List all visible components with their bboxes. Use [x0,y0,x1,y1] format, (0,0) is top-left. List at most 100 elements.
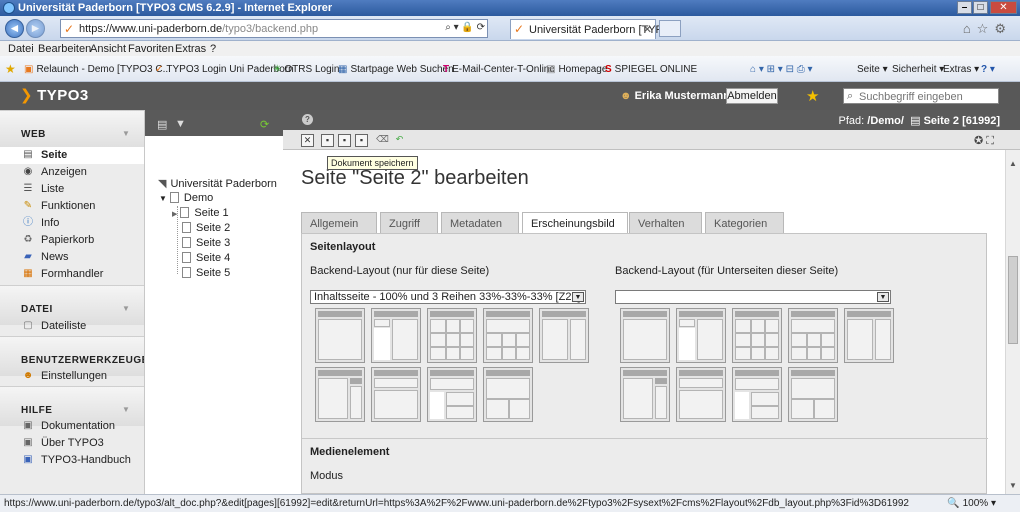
module-group-web[interactable]: WEB ▼ [0,110,144,150]
layout-thumbnail[interactable] [371,367,421,422]
favorite-link[interactable]: T E-Mail-Center-T-Online [443,64,555,75]
command-seite[interactable]: Seite ▾ [857,64,888,75]
tree-node-page[interactable]: Seite 3 [182,237,230,249]
menu-ansicht[interactable]: Ansicht [90,43,126,55]
scroll-up-icon[interactable]: ▲ [1007,158,1019,170]
search-input[interactable] [859,90,997,103]
module-item-ueber-typo3[interactable]: ▣ Über TYPO3 [0,435,144,452]
delete-icon[interactable]: ⌫ [376,134,389,147]
module-item-info[interactable]: ⓘ Info [0,215,144,232]
layout-thumbnail[interactable] [844,308,894,363]
layout-thumbnail[interactable] [620,367,670,422]
expand-toggle-icon[interactable]: ▶ [172,211,177,218]
home-favorites-tools-icons[interactable]: ⌂☆⚙ [963,21,1012,37]
save-new-button[interactable]: ▪ [355,134,368,147]
layout-thumbnail[interactable] [620,308,670,363]
favorite-link[interactable]: ▤ Homepage [546,64,607,75]
browser-tab[interactable]: ✓ Universität Paderborn [TYPO... ✕ [510,19,681,39]
command-extras[interactable]: Extras ▾ [943,64,979,75]
command-sicherheit[interactable]: Sicherheit ▾ [892,64,944,75]
tree-root[interactable]: ◥ Universität Paderborn [158,177,277,190]
forward-button[interactable]: ► [26,19,45,38]
undo-icon[interactable]: ↶ [393,134,406,147]
layout-thumbnail[interactable] [539,308,589,363]
tree-node-demo[interactable]: ▼ Demo [159,192,213,204]
help-icon[interactable]: ? [302,114,313,125]
module-item-liste[interactable]: ☰ Liste [0,181,144,198]
new-page-icon[interactable]: ▤ [157,118,167,131]
tab-zugriff[interactable]: Zugriff [380,212,438,234]
layout-thumbnail[interactable] [483,367,533,422]
menu-bearbeiten[interactable]: Bearbeiten [38,43,91,55]
address-buttons[interactable]: ⌕ ▾ 🔒 ⟳ [445,22,485,33]
command-bar-icons[interactable]: ⌂ ▾ ⊞ ▾ ⊟ ⎙ ▾ [750,64,813,75]
layout-thumbnail[interactable] [676,367,726,422]
expand-toggle-icon[interactable]: ▼ [159,194,167,203]
module-item-seite[interactable]: ▤ Seite [0,147,144,164]
tree-node-page[interactable]: ▶ Seite 1 [172,207,229,219]
layout-thumbnail[interactable] [315,367,365,422]
module-item-einstellungen[interactable]: ☻ Einstellungen [0,368,144,385]
minimize-button[interactable]: – [957,1,972,14]
tab-allgemein[interactable]: Allgemein [301,212,377,234]
tab-metadaten[interactable]: Metadaten [441,212,519,234]
tab-erscheinungsbild[interactable]: Erscheinungsbild [522,212,628,235]
favorite-link[interactable]: S SPIEGEL ONLINE [605,64,697,75]
layout-thumbnail[interactable] [371,308,421,363]
backend-layout-subpages-select[interactable]: ▼ [615,290,891,304]
maximize-button[interactable]: □ [973,1,988,14]
menu-extras[interactable]: Extras [175,43,206,55]
module-item-formhandler[interactable]: ▦ Formhandler [0,266,144,283]
content-scrollbar[interactable]: ▲ ▼ [1005,150,1020,494]
module-item-dokumentation[interactable]: ▣ Dokumentation [0,418,144,435]
layout-thumbnail-selected[interactable] [483,308,533,363]
save-button[interactable]: ▪ [321,134,334,147]
zoom-level[interactable]: 🔍 100% ▾ [947,498,996,509]
module-item-papierkorb[interactable]: ♻ Papierkorb [0,232,144,249]
tab-kategorien[interactable]: Kategorien [705,212,784,234]
layout-thumbnail[interactable] [788,367,838,422]
scroll-down-icon[interactable]: ▼ [1007,480,1019,492]
module-item-anzeigen[interactable]: ◉ Anzeigen [0,164,144,181]
back-button[interactable]: ◄ [5,19,24,38]
tree-node-page-selected[interactable]: Seite 2 [182,222,230,234]
backend-layout-select[interactable]: Inhaltsseite - 100% und 3 Reihen 33%-33%… [310,290,586,304]
help-icon[interactable]: ? ▾ [981,64,995,75]
filter-icon[interactable]: ▼ [175,118,186,130]
shortcut-fullscreen-icons[interactable]: ✪ ⛶ [974,134,994,148]
layout-thumbnail[interactable] [427,308,477,363]
layout-thumbnail[interactable] [427,367,477,422]
favorites-star-icon[interactable]: ★ [5,62,16,76]
save-view-button[interactable]: ▪ [338,134,351,147]
refresh-icon[interactable]: ⟳ [260,118,269,131]
layout-thumbnail[interactable] [732,367,782,422]
menu-help[interactable]: ? [210,43,216,55]
logout-button[interactable]: Abmelden [726,88,778,104]
module-item-typo3-handbuch[interactable]: ▣ TYPO3-Handbuch [0,452,144,469]
favorite-link[interactable]: ▦ Startpage Web Suchen [338,64,454,75]
menu-datei[interactable]: Datei [8,43,34,55]
layout-thumbnail[interactable] [788,308,838,363]
menu-favoriten[interactable]: Favoriten [128,43,174,55]
user-name[interactable]: ☻ Erika Mustermann [620,90,730,102]
favorite-link[interactable]: ▣ Relaunch - Demo [TYPO3 C... [24,64,171,75]
layout-thumbnail[interactable] [676,308,726,363]
address-bar[interactable]: ✓ https://www.uni-paderborn.de/typo3/bac… [60,19,488,38]
favorite-link[interactable]: ✳ OTRS Login [273,64,339,75]
close-tab-icon[interactable]: ✕ [643,23,652,36]
layout-thumbnail[interactable] [315,308,365,363]
module-item-dateiliste[interactable]: ▢ Dateiliste [0,318,144,335]
typo3-logo[interactable]: ❯ TYPO3 [20,86,89,104]
scroll-thumb[interactable] [1008,256,1018,344]
bookmark-star-icon[interactable]: ★ [806,87,819,105]
module-item-news[interactable]: ▰ News [0,249,144,266]
tree-node-page[interactable]: Seite 5 [182,267,230,279]
search-box[interactable]: ⌕ [843,88,999,104]
new-tab-button[interactable] [659,20,681,37]
tab-verhalten[interactable]: Verhalten [629,212,702,234]
tree-node-page[interactable]: Seite 4 [182,252,230,264]
module-item-funktionen[interactable]: ✎ Funktionen [0,198,144,215]
layout-thumbnail[interactable] [732,308,782,363]
close-window-button[interactable]: ✕ [990,1,1017,14]
close-doc-button[interactable]: ✕ [301,134,314,147]
